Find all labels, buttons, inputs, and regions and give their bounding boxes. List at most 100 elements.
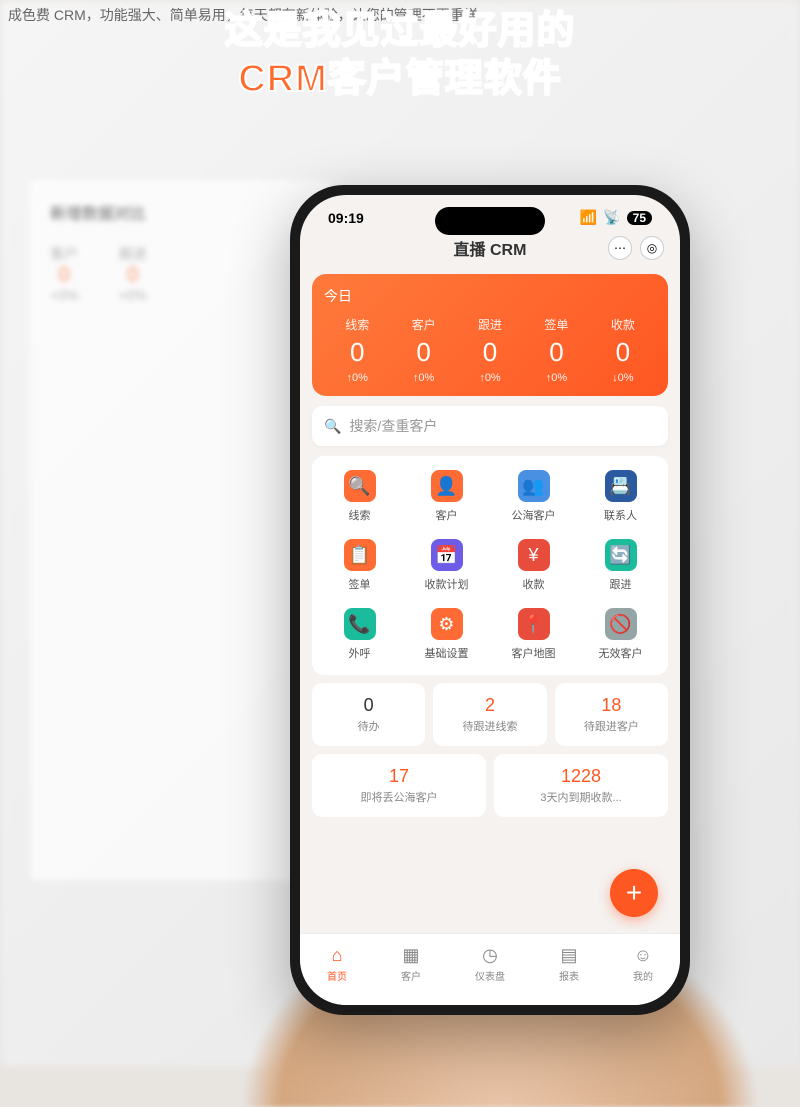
tile-label: 待办: [320, 718, 417, 734]
overlay-caption: 这是我见过最好用的 CRM客户管理软件: [0, 0, 800, 111]
stat-item[interactable]: 收款0↓0%: [590, 316, 656, 384]
grid-item-客户地图[interactable]: 📍 客户地图: [492, 608, 575, 661]
grid-label: 无效客户: [599, 645, 643, 661]
stat-item[interactable]: 客户0↑0%: [390, 316, 456, 384]
nav-icon: ▦: [402, 945, 419, 966]
tile-即将丢公海客户[interactable]: 17 即将丢公海客户: [312, 754, 486, 817]
外呼-icon: 📞: [344, 608, 376, 640]
grid-item-公海客户[interactable]: 👥 公海客户: [492, 470, 575, 523]
tile-待跟进线索[interactable]: 2 待跟进线索: [433, 683, 546, 746]
grid-item-基础设置[interactable]: ⚙基础设置: [405, 608, 488, 661]
more-button[interactable]: ⋯: [608, 236, 632, 260]
grid-item-收款计划[interactable]: 📅 收款计划: [405, 539, 488, 592]
客户地图-icon: 📍: [518, 608, 550, 640]
签单-icon: 📋: [344, 539, 376, 571]
nav-icon: ☺: [634, 945, 652, 966]
desktop-col-val: 0: [118, 264, 146, 287]
wifi-icon: 📡: [603, 209, 620, 226]
stat-value: 0: [390, 337, 456, 368]
status-time: 09:19: [328, 210, 364, 226]
stat-delta: ↑0%: [457, 372, 523, 384]
tile-value: 18: [563, 695, 660, 716]
线索-icon: 🔍: [344, 470, 376, 502]
tile-label: 即将丢公海客户: [320, 789, 478, 805]
desktop-panel-header: 新增数据对比: [50, 200, 310, 224]
grid-item-无效客户[interactable]: 🚫 无效客户: [579, 608, 662, 661]
nav-icon: ▤: [560, 945, 577, 966]
grid-item-客户[interactable]: 👤客户: [405, 470, 488, 523]
phone-frame: 09:19 📶 📡 75 直播 CRM ⋯ ◎ 今日 线索0↑0%客户0↑0%跟…: [290, 185, 690, 1015]
grid-label: 基础设置: [425, 645, 469, 661]
tile-label: 待跟进线索: [441, 718, 538, 734]
stat-value: 0: [324, 337, 390, 368]
stat-item[interactable]: 跟进 0 ↑0%: [457, 316, 523, 384]
grid-item-联系人[interactable]: 📇 联系人: [579, 470, 662, 523]
add-fab-button[interactable]: +: [610, 869, 658, 917]
stat-delta: ↑0%: [523, 372, 589, 384]
search-placeholder: 搜索/查重客户: [349, 416, 437, 436]
app-title: 直播 CRM: [454, 236, 527, 260]
grid-label: 收款: [523, 576, 545, 592]
stat-delta: ↑0%: [324, 372, 390, 384]
nav-客户[interactable]: ▦客户: [401, 945, 421, 983]
stat-item[interactable]: 签单 0 ↑0%: [523, 316, 589, 384]
收款计划-icon: 📅: [431, 539, 463, 571]
grid-label: 联系人: [604, 507, 637, 523]
grid-label: 客户: [436, 507, 458, 523]
grid-label: 外呼: [349, 645, 371, 661]
stat-item[interactable]: 线索 0 ↑0%: [324, 316, 390, 384]
grid-label: 公海客户: [512, 507, 556, 523]
search-icon: 🔍: [324, 418, 341, 435]
grid-item-收款[interactable]: ¥收款: [492, 539, 575, 592]
公海客户-icon: 👥: [518, 470, 550, 502]
tile-待办[interactable]: 0 待办: [312, 683, 425, 746]
phone-screen: 09:19 📶 📡 75 直播 CRM ⋯ ◎ 今日 线索0↑0%客户0↑0%跟…: [300, 195, 680, 1005]
nav-首页[interactable]: ⌂ 首页: [327, 945, 347, 983]
跟进-icon: 🔄: [605, 539, 637, 571]
tile-value: 17: [320, 766, 478, 787]
grid-item-签单[interactable]: 📋签单: [318, 539, 401, 592]
stat-name: 签单: [523, 316, 589, 333]
nav-label: 首页: [327, 968, 347, 983]
nav-我的[interactable]: ☺ 我的: [633, 945, 653, 983]
tile-value: 0: [320, 695, 417, 716]
today-label: 今日: [324, 286, 656, 306]
feature-grid: 🔍线索👤客户 👥 公海客户 📇 联系人 📋签单 📅 收款计划 ¥收款 🔄 跟进 📞 外呼 ⚙基础设置 📍 客户…: [312, 456, 668, 675]
grid-item-跟进[interactable]: 🔄 跟进: [579, 539, 662, 592]
grid-item-线索[interactable]: 🔍线索: [318, 470, 401, 523]
grid-label: 跟进: [610, 576, 632, 592]
nav-label: 仪表盘: [475, 968, 505, 983]
tile-待跟进客户[interactable]: 18 待跟进客户: [555, 683, 668, 746]
search-input[interactable]: 🔍 搜索/查重客户: [312, 406, 668, 446]
target-button[interactable]: ◎: [640, 236, 664, 260]
app-header: 直播 CRM ⋯ ◎: [300, 230, 680, 266]
无效客户-icon: 🚫: [605, 608, 637, 640]
desktop-col-delta: +0%: [118, 287, 146, 303]
stat-value: 0: [523, 337, 589, 368]
nav-label: 我的: [633, 968, 653, 983]
tile-label: 待跟进客户: [563, 718, 660, 734]
stat-name: 客户: [390, 316, 456, 333]
nav-报表[interactable]: ▤报表: [559, 945, 579, 983]
stat-name: 跟进: [457, 316, 523, 333]
summary-tiles-row1: 0 待办 2 待跟进线索 18 待跟进客户: [312, 683, 668, 746]
battery-indicator: 75: [627, 211, 652, 225]
stat-value: 0: [590, 337, 656, 368]
nav-icon: ⌂: [332, 945, 343, 966]
tile-3天内到期收款...[interactable]: 12283天内到期收款...: [494, 754, 668, 817]
stat-value: 0: [457, 337, 523, 368]
today-stats-card[interactable]: 今日 线索0↑0%客户0↑0%跟进0↑0%签单0↑0%收款0↓0%: [312, 274, 668, 396]
signal-icon: 📶: [580, 209, 597, 226]
nav-仪表盘[interactable]: ◷仪表盘: [475, 945, 505, 983]
desktop-col-label: 客户: [50, 246, 78, 262]
联系人-icon: 📇: [605, 470, 637, 502]
tile-value: 1228: [502, 766, 660, 787]
stat-name: 收款: [590, 316, 656, 333]
tile-value: 2: [441, 695, 538, 716]
stat-name: 线索: [324, 316, 390, 333]
grid-label: 客户地图: [512, 645, 556, 661]
bottom-nav: ⌂ 首页 ▦客户 ◷仪表盘 ▤报表 ☺ 我的: [300, 933, 680, 1005]
grid-item-外呼[interactable]: 📞 外呼: [318, 608, 401, 661]
grid-label: 收款计划: [425, 576, 469, 592]
desktop-col-val: 0: [50, 264, 78, 287]
